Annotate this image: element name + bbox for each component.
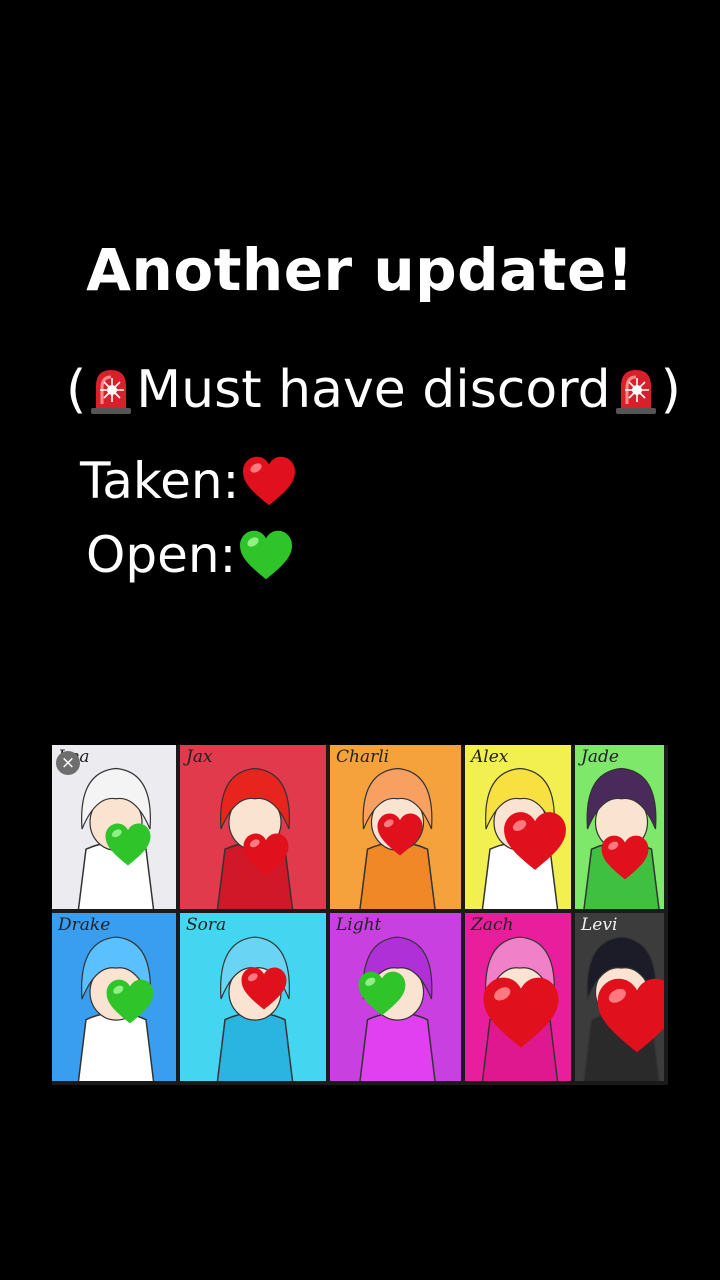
character-card: Zach	[465, 913, 575, 1085]
character-card: Jax	[180, 745, 330, 913]
discord-requirement-text: ( Must have discord )	[66, 360, 681, 420]
character-name: Sora	[186, 915, 227, 935]
character-name: Levi	[581, 915, 618, 935]
character-grid-image: Lea× Jax Charli Alex Jade Drake Sora Light Zach L…	[52, 745, 668, 1085]
character-card: Jade	[575, 745, 668, 913]
red-heart-icon	[241, 967, 287, 1010]
legend-open: Open:	[86, 526, 294, 584]
character-illustration	[216, 767, 294, 909]
character-name: Jade	[581, 747, 619, 767]
close-paren: )	[660, 360, 681, 420]
character-name: Alex	[471, 747, 509, 767]
red-heart-icon	[377, 813, 423, 856]
green-heart-icon	[358, 971, 406, 1015]
red-heart-icon	[601, 835, 649, 879]
character-card: Drake	[52, 913, 180, 1085]
red-heart-icon	[243, 833, 289, 876]
green-heart-icon	[240, 530, 293, 580]
police-car-light-icon	[613, 364, 659, 416]
red-heart-icon	[504, 812, 566, 870]
discord-requirement-label: Must have discord	[136, 360, 611, 420]
green-heart-icon	[105, 823, 151, 866]
red-heart-icon	[243, 456, 296, 506]
character-card: Alex	[465, 745, 575, 913]
legend-open-label: Open:	[86, 526, 237, 584]
close-icon[interactable]: ×	[56, 751, 80, 775]
character-name: Zach	[471, 915, 514, 935]
character-card: Lea×	[52, 745, 180, 913]
open-paren: (	[66, 360, 87, 420]
character-name: Drake	[58, 915, 111, 935]
character-card: Sora	[180, 913, 330, 1085]
red-heart-icon	[483, 977, 559, 1048]
red-heart-icon	[597, 978, 664, 1052]
police-car-light-icon	[88, 364, 134, 416]
legend-taken-label: Taken:	[80, 452, 240, 510]
green-heart-icon	[106, 979, 154, 1023]
character-illustration	[583, 767, 660, 909]
character-card: Charli	[330, 745, 465, 913]
title-text: Another update!	[86, 236, 634, 304]
character-card: Light	[330, 913, 465, 1085]
character-name: Light	[336, 915, 382, 935]
legend-taken: Taken:	[80, 452, 297, 510]
character-card: Levi	[575, 913, 668, 1085]
character-name: Charli	[336, 747, 390, 767]
character-name: Jax	[186, 747, 213, 767]
